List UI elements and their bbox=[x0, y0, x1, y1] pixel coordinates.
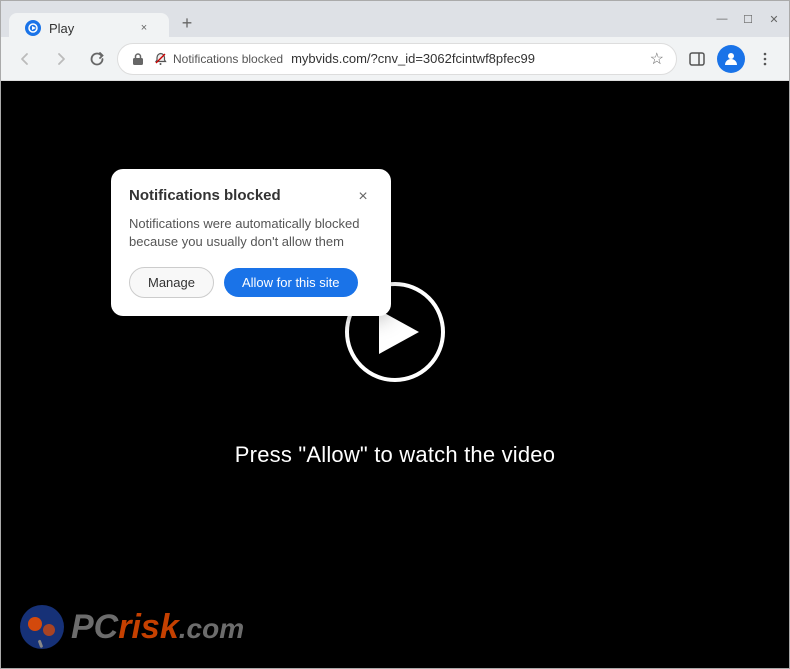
popup-title: Notifications blocked bbox=[129, 187, 281, 204]
tab-title: Play bbox=[49, 21, 127, 36]
new-tab-button[interactable]: + bbox=[173, 9, 201, 37]
active-tab[interactable]: Play × bbox=[9, 13, 169, 43]
forward-button[interactable] bbox=[45, 43, 77, 75]
tab-close-button[interactable]: × bbox=[135, 19, 153, 37]
popup-actions: Manage Allow for this site bbox=[129, 267, 373, 298]
watermark-com: .com bbox=[179, 613, 244, 645]
title-bar-controls: — ☐ ✕ bbox=[715, 12, 781, 26]
popup-close-button[interactable]: × bbox=[353, 187, 373, 207]
close-button[interactable]: ✕ bbox=[767, 12, 781, 26]
profile-avatar bbox=[717, 45, 745, 73]
manage-button[interactable]: Manage bbox=[129, 267, 214, 298]
sidebar-toggle-icon[interactable] bbox=[681, 43, 713, 75]
nav-bar: Notifications blocked mybvids.com/?cnv_i… bbox=[1, 37, 789, 81]
watermark-icon bbox=[17, 602, 67, 652]
toolbar-icons bbox=[681, 43, 781, 75]
menu-button[interactable] bbox=[749, 43, 781, 75]
page-content: Press "Allow" to watch the video PC risk… bbox=[1, 81, 789, 668]
notifications-blocked-indicator[interactable]: Notifications blocked bbox=[154, 52, 283, 66]
back-button[interactable] bbox=[9, 43, 41, 75]
popup-header: Notifications blocked × bbox=[129, 187, 373, 207]
watermark-text-container: PC risk .com bbox=[71, 608, 244, 647]
minimize-button[interactable]: — bbox=[715, 12, 729, 26]
notification-popup: Notifications blocked × Notifications we… bbox=[111, 169, 391, 316]
notifications-blocked-text: Notifications blocked bbox=[173, 52, 283, 66]
allow-button[interactable]: Allow for this site bbox=[224, 268, 358, 297]
reload-button[interactable] bbox=[81, 43, 113, 75]
browser-window: Play × + — ☐ ✕ bbox=[0, 0, 790, 669]
security-icon bbox=[130, 51, 146, 67]
profile-button[interactable] bbox=[715, 43, 747, 75]
popup-body: Notifications were automatically blocked… bbox=[129, 215, 373, 251]
address-bar[interactable]: Notifications blocked mybvids.com/?cnv_i… bbox=[117, 43, 677, 75]
url-text: mybvids.com/?cnv_id=3062fcintwf8pfec99 bbox=[291, 51, 535, 66]
play-icon bbox=[379, 310, 419, 354]
tab-favicon bbox=[25, 20, 41, 36]
title-bar-tabs: Play × + bbox=[9, 1, 707, 37]
video-prompt: Press "Allow" to watch the video bbox=[235, 442, 555, 468]
maximize-button[interactable]: ☐ bbox=[741, 12, 755, 26]
watermark: PC risk .com bbox=[17, 602, 244, 652]
bookmark-icon[interactable]: ☆ bbox=[650, 49, 664, 69]
title-bar: Play × + — ☐ ✕ bbox=[1, 1, 789, 37]
watermark-risk: risk bbox=[118, 608, 179, 647]
watermark-pc: PC bbox=[71, 608, 118, 647]
